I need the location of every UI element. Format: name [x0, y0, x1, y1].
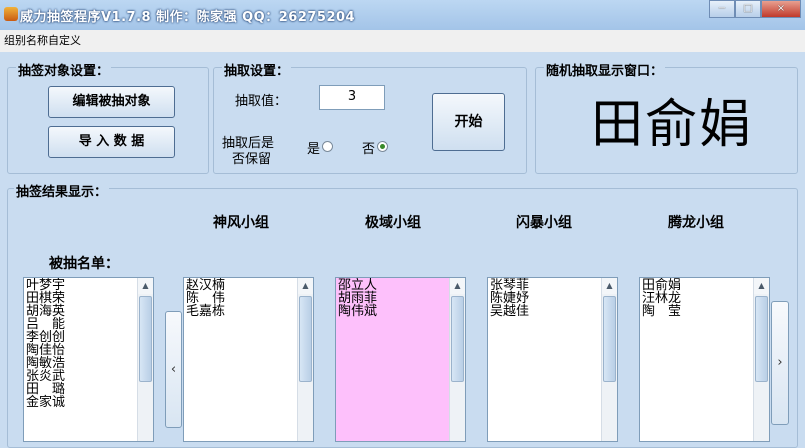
window-controls: − □ × [709, 0, 801, 18]
scroll-thumb[interactable] [139, 296, 152, 382]
close-icon: × [776, 3, 786, 14]
pool-label: 被抽名单： [49, 256, 119, 272]
scroll-thumb[interactable] [299, 296, 312, 382]
minimize-icon: − [717, 3, 727, 14]
group-2-scrollbar[interactable]: ▲ [449, 278, 465, 441]
keep-no-radio[interactable] [377, 141, 388, 152]
group-header-2: 极域小组 [365, 215, 421, 231]
import-data-button[interactable]: 导 入 数 据 [48, 126, 175, 158]
pool-list: 叶梦宇 田棋荣 胡海英 吕 能 李创创 陶佳怡 陶敏浩 张炎武 田 璐 金家诚 [26, 279, 65, 409]
group-4-scrollbar[interactable]: ▲ [753, 278, 769, 441]
scroll-up-icon[interactable]: ▲ [754, 278, 769, 294]
pool-listbox[interactable]: 叶梦宇 田棋荣 胡海英 吕 能 李创创 陶佳怡 陶敏浩 张炎武 田 璐 金家诚 … [23, 277, 154, 442]
minimize-button[interactable]: − [709, 0, 735, 18]
keep-after-draw-label-line2: 否保留 [232, 152, 272, 167]
keep-yes-label[interactable]: 是 [307, 138, 320, 157]
group-2-listbox[interactable]: 邵立人 胡雨菲 陶伟斌 ▲ [335, 277, 466, 442]
scroll-up-icon[interactable]: ▲ [602, 278, 617, 294]
results-legend: 抽签结果显示： [14, 181, 110, 200]
group-1-listbox[interactable]: 赵汉楠 陈 伟 毛嘉栋 ▲ [183, 277, 314, 442]
random-display-legend: 随机抽取显示窗口： [544, 60, 666, 79]
list-item[interactable]: 陶 莹 [642, 305, 681, 318]
maximize-button[interactable]: □ [735, 0, 761, 18]
group-4-listbox[interactable]: 田俞娟 汪林龙 陶 莹 ▲ [639, 277, 770, 442]
group-3-listbox[interactable]: 张琴菲 陈婕妤 吴越佳 ▲ [487, 277, 618, 442]
group-header-1: 神风小组 [213, 215, 269, 231]
menu-custom-group-names[interactable]: 组别名称自定义 [4, 30, 81, 52]
app-icon [4, 7, 18, 21]
draw-count-input[interactable]: 3 [319, 85, 385, 110]
current-drawn-name: 田俞娟 [591, 95, 754, 155]
close-button[interactable]: × [761, 0, 801, 18]
keep-yes-radio[interactable] [322, 141, 333, 152]
list-item[interactable]: 吴越佳 [490, 305, 529, 318]
scroll-thumb[interactable] [451, 296, 464, 382]
group-1-list: 赵汉楠 陈 伟 毛嘉栋 [186, 279, 225, 318]
prev-button[interactable]: ‹ [165, 311, 182, 428]
edit-draw-objects-button[interactable]: 编辑被抽对象 [48, 86, 175, 118]
start-button[interactable]: 开始 [432, 93, 505, 151]
next-button[interactable]: › [771, 301, 789, 425]
menu-bar: 组别名称自定义 [0, 30, 805, 52]
draw-settings-legend: 抽取设置： [222, 60, 292, 79]
scroll-up-icon[interactable]: ▲ [450, 278, 465, 294]
title-bar[interactable]: 威力抽签程序V1.7.8 制作：陈家强 QQ：26275204 − □ × [0, 0, 805, 30]
keep-no-label[interactable]: 否 [362, 138, 375, 157]
list-item[interactable]: 陶伟斌 [338, 305, 377, 318]
draw-count-label: 抽取值： [235, 94, 288, 109]
scroll-thumb[interactable] [603, 296, 616, 382]
random-display-panel: 随机抽取显示窗口： 田俞娟 [535, 60, 798, 174]
group-1-scrollbar[interactable]: ▲ [297, 278, 313, 441]
draw-settings-panel: 抽取设置： 抽取值： 3 抽取后是 否保留 是 否 开始 [213, 60, 527, 174]
group-3-list: 张琴菲 陈婕妤 吴越佳 [490, 279, 529, 318]
group-header-4: 腾龙小组 [668, 215, 724, 231]
results-panel: 抽签结果显示： 神风小组 极域小组 闪暴小组 腾龙小组 被抽名单： 叶梦宇 田棋… [7, 181, 798, 448]
scroll-thumb[interactable] [755, 296, 768, 382]
scroll-up-icon[interactable]: ▲ [138, 278, 153, 294]
group-4-list: 田俞娟 汪林龙 陶 莹 [642, 279, 681, 318]
draw-object-settings-panel: 抽签对象设置： 编辑被抽对象 导 入 数 据 [7, 60, 209, 174]
group-3-scrollbar[interactable]: ▲ [601, 278, 617, 441]
scroll-up-icon[interactable]: ▲ [298, 278, 313, 294]
draw-object-settings-legend: 抽签对象设置： [16, 60, 112, 79]
list-item[interactable]: 毛嘉栋 [186, 305, 225, 318]
group-header-3: 闪暴小组 [516, 215, 572, 231]
group-2-list: 邵立人 胡雨菲 陶伟斌 [338, 279, 377, 318]
window-title: 威力抽签程序V1.7.8 制作：陈家强 QQ：26275204 [20, 10, 356, 25]
pool-scrollbar[interactable]: ▲ [137, 278, 153, 441]
list-item[interactable]: 金家诚 [26, 396, 65, 409]
maximize-icon: □ [743, 3, 753, 14]
